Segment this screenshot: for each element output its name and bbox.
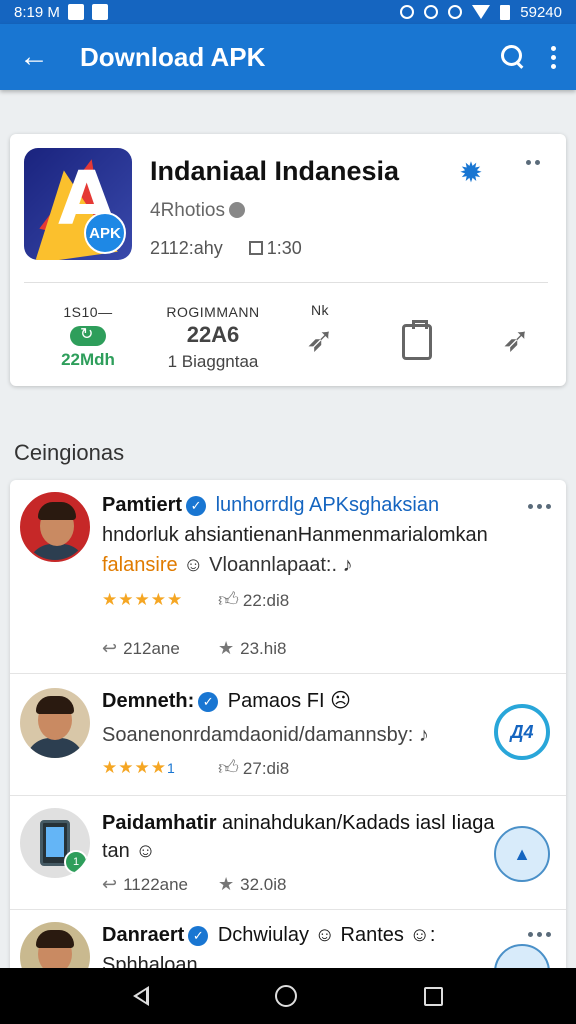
list-item[interactable]: Danraert ✓ Dchwiulay ☺ Rantes ☺: Sphhaloa… <box>10 910 566 970</box>
avatar[interactable] <box>20 492 90 562</box>
nav-recents-icon[interactable] <box>423 986 443 1006</box>
verified-icon: ✓ <box>186 496 207 516</box>
review-link[interactable]: Pamaos FI <box>228 690 325 712</box>
app-info-card: A APK Indaniaal Indanesia ✹ 4Rhotios 211… <box>10 134 566 386</box>
search-icon[interactable] <box>501 45 525 69</box>
bluetooth-icon <box>448 5 463 19</box>
review-more-icon[interactable] <box>528 932 551 937</box>
reviewer-name: Pamtiert <box>102 494 183 516</box>
emoji-icon: ☺ <box>183 554 204 576</box>
overflow-menu-icon[interactable] <box>551 45 556 69</box>
alarm-icon <box>424 5 439 19</box>
app-avatar[interactable]: 1 <box>20 808 90 878</box>
review-text: tan ☺ <box>102 840 156 862</box>
card-more-icon[interactable] <box>526 160 540 165</box>
like-count[interactable]: 👍︎ 22:di8 <box>218 588 289 612</box>
reply-badge-button[interactable]: Д4 <box>494 704 550 760</box>
page-title: Download APK <box>80 41 266 72</box>
share-icon[interactable]: ➶ <box>300 320 340 360</box>
reply-count[interactable]: ↩ 212ane <box>102 638 180 659</box>
divider <box>24 282 548 283</box>
emoji-icon: ☺ <box>409 924 430 946</box>
vibrate-icon <box>400 5 415 19</box>
rating-stars: ★★★★1 <box>102 758 176 777</box>
battery-icon <box>500 4 511 20</box>
reviewer-name: Paidamhatir <box>102 812 217 834</box>
review-header: Danraert ✓ Dchwiulay ☺ Rantes ☺: <box>102 924 436 946</box>
star-icon: ★ <box>218 638 235 658</box>
reply-icon: ↩ <box>102 638 118 658</box>
app-icon[interactable]: A APK <box>24 148 132 260</box>
developer-name[interactable]: 4Rhotios <box>150 200 245 222</box>
thumbs-up-icon: 👍︎ <box>218 589 239 611</box>
forward-icon[interactable]: ➶ <box>496 320 536 360</box>
notification-icon <box>67 4 84 20</box>
review-text: hndorluk ahsiantienanHanmenmarialomkan <box>102 524 488 546</box>
verified-gear-icon: ✹ <box>459 157 483 188</box>
downloads-stat: 1S10— 22Mdh <box>48 304 128 370</box>
size-stat: Nk <box>310 302 330 318</box>
list-item[interactable]: Pamtiert ✓ lunhorrdlg APKsghaksian hndorl… <box>10 480 566 674</box>
star-icon: ★ <box>218 874 235 894</box>
checkbox-notification-icon <box>91 4 108 20</box>
reviewer-name: Danraert <box>102 924 185 946</box>
emoji-icon: ☺ <box>135 840 156 862</box>
reply-icon: ↩ <box>102 874 118 894</box>
review-header: Paidamhatir aninahdukan/Kadads iasl Iiag… <box>102 812 495 834</box>
wifi-icon <box>472 5 491 19</box>
user-action-button[interactable]: ▲ <box>494 826 550 882</box>
review-text: Soanenonrdamdaonid/damannsby: ♪ <box>102 724 429 746</box>
music-note-icon: ♪ <box>418 724 429 746</box>
reviewer-name: Demneth: <box>102 690 195 712</box>
review-link[interactable]: lunhorrdlg APKsghaksian <box>216 494 439 516</box>
developer-info-icon <box>229 202 245 218</box>
status-bar: 8:19 M 59240 <box>0 0 576 24</box>
app-bar: ← Download APK <box>0 24 576 90</box>
status-time: 8:19 M <box>14 3 60 21</box>
like-count[interactable]: 👍︎ 27:di8 <box>218 756 289 780</box>
status-right-text: 59240 <box>520 3 562 21</box>
back-arrow-icon[interactable]: ← <box>0 40 68 74</box>
list-item[interactable]: Demneth: ✓ Pamaos FI ☹ Soanenonrdamdaonid… <box>10 674 566 796</box>
music-note-icon: ♪ <box>342 554 353 576</box>
score-count: ★ 32.0i8 <box>218 874 287 894</box>
review-header: Pamtiert ✓ lunhorrdlg APKsghaksian <box>102 494 439 517</box>
notification-badge: 1 <box>64 850 88 874</box>
apk-badge: APK <box>84 212 126 254</box>
review-more-icon[interactable] <box>528 504 551 509</box>
rating-stars: ★★★★★ <box>102 590 184 609</box>
reply-count[interactable]: ↩ 1122ane <box>102 874 188 895</box>
avatar[interactable] <box>20 688 90 758</box>
system-nav-bar <box>0 968 576 1024</box>
calendar-icon <box>248 241 263 255</box>
nav-home-icon[interactable] <box>275 985 298 1007</box>
review-header: Demneth: ✓ Pamaos FI ☹ <box>102 688 351 713</box>
score-count: ★ 23.hi8 <box>218 638 287 658</box>
review-subtext: falansire ☺ Vloannlapaat:. ♪ <box>102 554 353 576</box>
reviews-list: Pamtiert ✓ lunhorrdlg APKsghaksian hndorl… <box>10 480 566 970</box>
review-link[interactable]: Dchwiulay <box>218 924 309 946</box>
emoji-icon: ☹ <box>330 690 351 712</box>
user-action-button[interactable] <box>494 944 550 970</box>
verified-icon: ✓ <box>188 926 209 946</box>
app-meta: 2112:ahy 1:30 <box>150 238 302 258</box>
nav-back-icon[interactable] <box>133 986 150 1006</box>
rating-stat: ROGIMMANN 22A6 1 Biaggntaa <box>166 304 260 371</box>
list-item[interactable]: 1 Paidamhatir aninahdukan/Kadads iasl Ii… <box>10 796 566 910</box>
section-title: Ceingionas <box>14 440 125 465</box>
download-count-icon <box>70 324 106 346</box>
verified-icon: ✓ <box>198 692 219 712</box>
thumbs-up-icon: 👍︎ <box>218 757 239 779</box>
avatar[interactable] <box>20 922 90 970</box>
emoji-icon: ☺ <box>314 924 335 946</box>
app-name: Indaniaal Indanesia <box>150 156 400 186</box>
clipboard-icon[interactable] <box>402 320 432 360</box>
